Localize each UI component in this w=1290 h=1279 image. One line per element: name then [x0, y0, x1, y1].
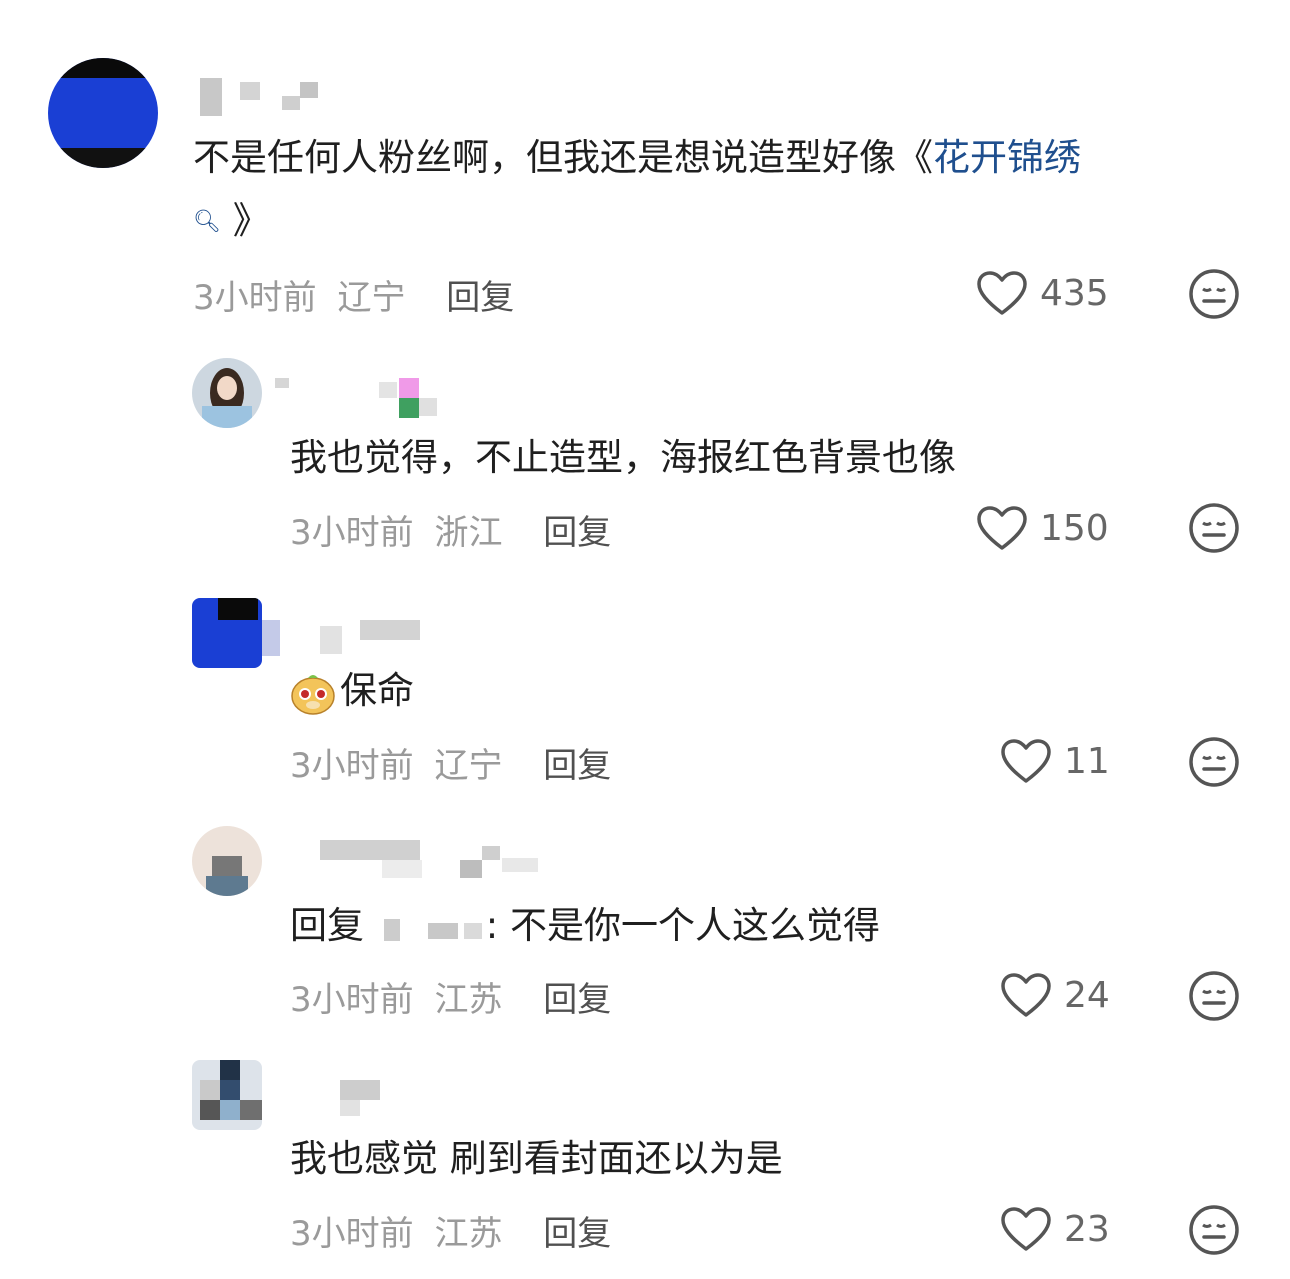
heart-outline-icon: [1001, 1207, 1051, 1251]
neutral-face-icon[interactable]: [1188, 502, 1240, 554]
comment-meta: 3小时前 辽宁 回复: [193, 270, 514, 319]
comment-text: 回复 : 不是你一个人这么觉得: [290, 904, 880, 947]
like-button[interactable]: 23: [1000, 1206, 1110, 1252]
username[interactable]: [262, 840, 552, 880]
reply-button[interactable]: 回复: [446, 278, 514, 318]
heart-outline-icon: [977, 271, 1027, 315]
comment-meta: 3小时前 江苏 回复: [290, 972, 611, 1021]
avatar[interactable]: [192, 826, 262, 896]
comment-time: 3小时前: [290, 1214, 414, 1254]
comment-text: 不是任何人粉丝啊，但我还是想说造型好像《花开锦绣: [193, 136, 1081, 179]
like-count: 150: [1040, 507, 1109, 549]
like-button[interactable]: 11: [1000, 738, 1110, 784]
comment-time: 3小时前: [290, 746, 414, 786]
username[interactable]: [200, 78, 330, 118]
like-count: 11: [1064, 740, 1110, 782]
avatar[interactable]: [192, 598, 262, 668]
comment-meta: 3小时前 江苏 回复: [290, 1206, 611, 1255]
neutral-face-icon[interactable]: [1188, 970, 1240, 1022]
username[interactable]: [262, 618, 432, 658]
heart-outline-icon: [1001, 973, 1051, 1017]
like-count: 435: [1040, 272, 1109, 314]
like-count: 24: [1064, 974, 1110, 1016]
username[interactable]: [300, 1078, 390, 1118]
topic-link[interactable]: 花开锦绣: [933, 136, 1081, 179]
comment-location: 辽宁: [434, 746, 503, 786]
heart-outline-icon: [977, 506, 1027, 550]
like-button[interactable]: 24: [1000, 972, 1110, 1018]
avatar[interactable]: [48, 58, 158, 168]
reply-button[interactable]: 回复: [543, 1214, 611, 1254]
avatar[interactable]: [192, 1060, 262, 1130]
like-button[interactable]: 435: [976, 270, 1109, 316]
reply-button[interactable]: 回复: [543, 513, 611, 553]
like-button[interactable]: 150: [976, 505, 1109, 551]
comment-location: 浙江: [434, 513, 503, 553]
comment-text: 保命: [290, 665, 414, 717]
reply-button[interactable]: 回复: [543, 980, 611, 1020]
mention-blurred[interactable]: [376, 913, 486, 943]
comment-text-line2: 🔍︎ 》: [193, 199, 270, 242]
like-count: 23: [1064, 1208, 1110, 1250]
reply-prefix: 回复: [290, 904, 364, 947]
comment-text: 我也感觉 刷到看封面还以为是: [290, 1137, 783, 1180]
heart-outline-icon: [1001, 739, 1051, 783]
username[interactable]: [275, 378, 445, 418]
avatar[interactable]: [192, 358, 262, 428]
comment-location: 江苏: [434, 980, 503, 1020]
comment-time: 3小时前: [290, 980, 414, 1020]
comment-location: 江苏: [434, 1214, 503, 1254]
comment-time: 3小时前: [290, 513, 414, 553]
comment-text: 我也觉得，不止造型，海报红色背景也像: [290, 436, 956, 479]
search-icon[interactable]: 🔍︎: [193, 210, 221, 235]
comment-meta: 3小时前 浙江 回复: [290, 505, 611, 554]
reply-button[interactable]: 回复: [543, 746, 611, 786]
neutral-face-icon[interactable]: [1188, 268, 1240, 320]
comment-time: 3小时前: [193, 278, 317, 318]
dog-face-emoji: [291, 674, 335, 715]
neutral-face-icon[interactable]: [1188, 1204, 1240, 1256]
comment-meta: 3小时前 辽宁 回复: [290, 738, 611, 787]
neutral-face-icon[interactable]: [1188, 736, 1240, 788]
comment-location: 辽宁: [337, 278, 406, 318]
